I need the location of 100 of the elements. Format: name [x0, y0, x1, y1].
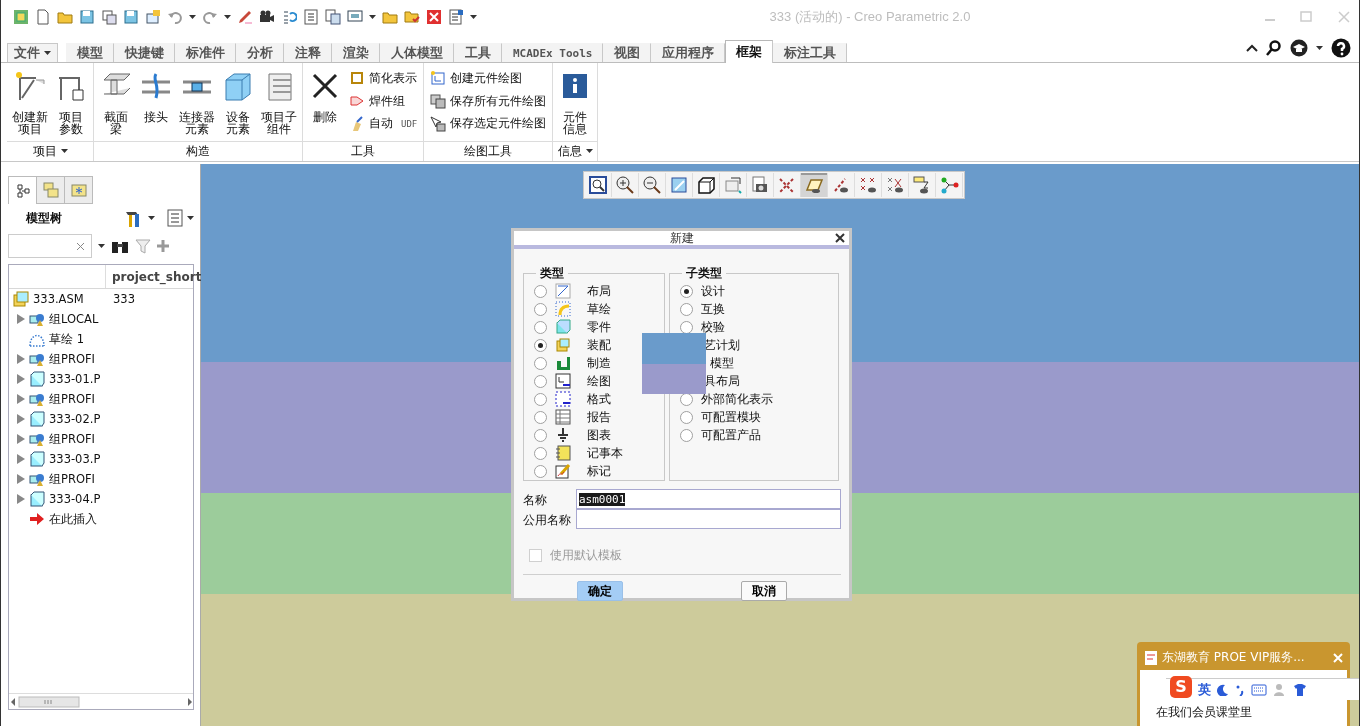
tree-item[interactable]: 草绘 1 — [49, 331, 84, 347]
radio-button[interactable] — [534, 356, 547, 370]
radio-button[interactable] — [534, 302, 547, 316]
radio-button[interactable] — [680, 410, 693, 424]
collapse-icon[interactable] — [1246, 43, 1258, 53]
radio-button[interactable] — [534, 338, 547, 352]
radio-button[interactable] — [680, 302, 693, 316]
ribbon-button[interactable]: 创建新 项目 — [11, 67, 49, 142]
ribbon-button[interactable]: 删除 — [307, 67, 343, 142]
caret-icon[interactable] — [585, 149, 593, 155]
ribbon-button[interactable]: 元件 信息 — [557, 67, 594, 142]
radio-button[interactable] — [534, 428, 547, 442]
ribbon-tab[interactable]: 视图 — [603, 43, 652, 62]
ribbon-tab[interactable]: 渲染 — [332, 43, 380, 62]
camera-icon[interactable] — [259, 9, 275, 25]
caret-icon[interactable] — [369, 14, 376, 20]
ribbon-button[interactable]: 项目子 组件 — [260, 67, 298, 142]
search-icon[interactable] — [1266, 40, 1282, 56]
frame-icon[interactable] — [349, 70, 365, 87]
file-menu[interactable]: 文件 — [7, 43, 58, 62]
save-copy-icon[interactable] — [123, 9, 139, 25]
document-icon[interactable] — [448, 9, 464, 25]
ribbon-tab[interactable]: 工具 — [454, 43, 502, 62]
new-file-icon[interactable] — [35, 9, 51, 25]
ime-mode[interactable]: 英 — [1198, 680, 1211, 699]
window-icon[interactable] — [347, 9, 363, 25]
toolbar-button[interactable] — [801, 173, 828, 197]
punctuation-icon[interactable] — [1235, 683, 1245, 696]
list-icon[interactable] — [303, 9, 319, 25]
caret-icon[interactable] — [148, 215, 155, 221]
ime-logo[interactable]: S — [1170, 675, 1192, 698]
navigator-tab[interactable] — [8, 176, 37, 204]
undo-icon[interactable] — [167, 9, 183, 25]
dialog-button[interactable]: 取消 — [741, 581, 787, 601]
tree-item[interactable]: 组PROFI — [49, 471, 95, 487]
keyboard-icon[interactable] — [1251, 683, 1267, 696]
open-folder-icon[interactable] — [57, 9, 73, 25]
moon-icon[interactable] — [1217, 683, 1229, 696]
tree-item[interactable]: 在此插入 — [49, 511, 97, 527]
app-icon[interactable] — [13, 9, 29, 25]
ribbon-tab[interactable]: 模型 — [66, 43, 114, 62]
plus-icon[interactable] — [157, 240, 169, 252]
expand-icon[interactable] — [17, 314, 25, 324]
caret-icon[interactable] — [224, 14, 231, 20]
ribbon-tab[interactable]: 标注工具 — [773, 43, 848, 62]
name-field[interactable]: asm0001 — [576, 489, 841, 509]
ribbon-tab[interactable]: 框架 — [725, 40, 774, 63]
ribbon-button[interactable]: 自动 UDF — [349, 115, 418, 133]
redo-icon[interactable] — [202, 9, 218, 25]
tree-item[interactable]: 333-02.P — [49, 412, 101, 426]
tree-item[interactable]: 组LOCAL — [49, 311, 99, 327]
drawing-icon[interactable] — [430, 70, 447, 87]
folder-icon[interactable] — [404, 9, 420, 25]
tree-item[interactable]: 333-04.P — [49, 492, 101, 506]
ribbon-button[interactable]: 简化表示 — [349, 69, 418, 87]
caret-icon[interactable] — [60, 149, 68, 155]
help-icon[interactable] — [1331, 38, 1351, 58]
search-field[interactable] — [8, 234, 92, 258]
ribbon-tab[interactable]: 应用程序 — [651, 43, 726, 62]
radio-button[interactable] — [534, 392, 547, 406]
ribbon-tab[interactable]: 标准件 — [175, 43, 236, 62]
clear-icon[interactable] — [76, 241, 85, 251]
pencil-icon[interactable] — [237, 9, 253, 25]
radio-button[interactable] — [534, 464, 547, 478]
group-label[interactable]: 项目 — [7, 141, 93, 161]
ribbon-button[interactable]: 焊件组 — [349, 92, 418, 110]
radio-button[interactable] — [534, 410, 547, 424]
tree-item[interactable]: 333-03.P — [49, 452, 101, 466]
radio-button[interactable] — [680, 428, 693, 442]
group-label[interactable]: 信息 — [553, 141, 598, 161]
radio-button[interactable] — [680, 284, 693, 298]
tree-item[interactable]: 333-01.P — [49, 372, 101, 386]
close-icon[interactable] — [835, 233, 845, 243]
tree-item[interactable]: 333.ASM — [33, 292, 84, 306]
tree-item[interactable]: 组PROFI — [49, 351, 95, 367]
ribbon-tab[interactable]: MCADEx Tools — [502, 43, 604, 62]
copy-icon[interactable] — [101, 9, 117, 25]
caret-icon[interactable] — [44, 50, 51, 56]
caret-icon[interactable] — [470, 14, 477, 20]
dialog-button[interactable]: 确定 — [577, 581, 623, 601]
ribbon-tab[interactable]: 快捷键 — [114, 43, 175, 62]
folder-icon[interactable] — [382, 9, 398, 25]
ribbon-button[interactable]: 项目 参数 — [53, 67, 89, 142]
caret-icon[interactable] — [189, 14, 196, 20]
caret-icon[interactable] — [187, 215, 194, 221]
ribbon-tab[interactable]: 注释 — [284, 43, 332, 62]
scrollbar-drawing[interactable] — [9, 694, 194, 709]
regenerate-icon[interactable] — [281, 9, 297, 25]
radio-button[interactable] — [534, 284, 547, 298]
ribbon-button[interactable]: 保存选定元件绘图 — [430, 115, 547, 133]
filter-icon[interactable] — [135, 238, 151, 254]
tree-item[interactable]: 组PROFI — [49, 391, 95, 407]
ribbon-button[interactable]: 保存所有元件绘图 — [430, 92, 547, 110]
beam-icon[interactable] — [14, 70, 46, 102]
ribbon-button[interactable]: 连接器 元素 — [178, 67, 216, 142]
ribbon-tab[interactable]: 人体模型 — [380, 43, 454, 62]
caret-icon[interactable] — [1316, 45, 1323, 51]
ribbon-button[interactable]: 接头 — [138, 67, 174, 142]
info-icon[interactable] — [563, 74, 588, 98]
ribbon-button[interactable]: 截面 梁 — [98, 67, 134, 142]
